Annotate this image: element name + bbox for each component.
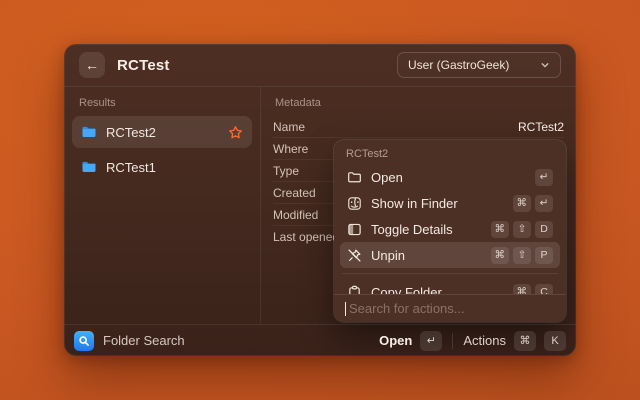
window-footer: Folder Search Open ↵ Actions ⌘ K (64, 324, 576, 356)
metadata-section-label: Metadata (273, 95, 564, 116)
action-item-open[interactable]: Open ↵ (340, 164, 560, 190)
footer-divider (452, 333, 453, 349)
key-badge: ↵ (535, 169, 553, 186)
result-item-label: RCTest1 (106, 160, 156, 175)
action-item-label: Toggle Details (371, 222, 453, 237)
clipboard-icon (347, 285, 362, 295)
action-item-label: Show in Finder (371, 196, 458, 211)
shortcut-keys: ↵ (535, 169, 553, 186)
actions-list: Open ↵ Show in Finder (334, 164, 566, 294)
shortcut-keys: ⌘ ⇧ D (491, 221, 554, 238)
desktop: ← RCTest User (GastroGeek) Results (0, 0, 640, 400)
key-badge: ↵ (535, 195, 553, 212)
account-dropdown[interactable]: User (GastroGeek) (397, 52, 561, 78)
actions-popup: RCTest2 Open ↵ (334, 140, 566, 322)
pinned-star-icon (228, 125, 243, 140)
action-item-label: Copy Folder (371, 285, 442, 295)
results-section-label: Results (72, 95, 252, 116)
pin-slash-icon (347, 248, 362, 263)
metadata-row-name: Name RCTest2 (273, 116, 564, 138)
key-badge: P (535, 247, 553, 264)
action-item-show-in-finder[interactable]: Show in Finder ⌘ ↵ (340, 190, 560, 216)
folder-open-icon (347, 170, 362, 185)
k-key-badge: K (544, 331, 566, 351)
return-key-badge: ↵ (420, 331, 442, 351)
action-item-label: Unpin (371, 248, 405, 263)
cmd-key-badge: ⌘ (514, 331, 536, 351)
shortcut-keys: ⌘ ↵ (513, 195, 554, 212)
action-item-toggle-details[interactable]: Toggle Details ⌘ ⇧ D (340, 216, 560, 242)
action-search-placeholder: Search for actions... (349, 301, 465, 316)
key-badge: ⌘ (513, 195, 532, 212)
actions-popup-title: RCTest2 (334, 140, 566, 164)
back-arrow-icon: ← (85, 57, 99, 73)
menu-separator (342, 273, 558, 274)
result-item-rctest1[interactable]: RCTest1 (72, 151, 252, 183)
page-title: RCTest (117, 57, 170, 74)
account-dropdown-value: User (GastroGeek) (408, 58, 509, 72)
back-button[interactable]: ← (79, 52, 105, 78)
window-header: ← RCTest User (GastroGeek) (64, 44, 576, 87)
open-button[interactable]: Open (379, 333, 412, 348)
key-badge: ⌘ (491, 247, 510, 264)
finder-icon (347, 196, 362, 211)
result-item-rctest2[interactable]: RCTest2 (72, 116, 252, 148)
folder-icon (81, 159, 97, 175)
actions-button[interactable]: Actions (463, 333, 506, 348)
folder-search-app-icon (74, 331, 94, 351)
folder-icon (81, 124, 97, 140)
launcher-window: ← RCTest User (GastroGeek) Results (64, 44, 576, 356)
action-item-label: Open (371, 170, 403, 185)
action-item-copy-folder[interactable]: Copy Folder ⌘ C (340, 279, 560, 294)
key-badge: ⌘ (513, 284, 532, 295)
chevron-down-icon (540, 60, 550, 70)
sidebar-panel-icon (347, 222, 362, 237)
key-badge: ⇧ (513, 247, 531, 264)
footer-actions: Open ↵ Actions ⌘ K (379, 331, 566, 351)
app-name-label: Folder Search (103, 333, 185, 348)
key-badge: ⌘ (491, 221, 510, 238)
action-item-unpin[interactable]: Unpin ⌘ ⇧ P (340, 242, 560, 268)
key-badge: D (535, 221, 553, 238)
action-search-input[interactable]: Search for actions... (334, 294, 566, 322)
result-item-label: RCTest2 (106, 125, 156, 140)
results-sidebar: Results RCTest2 (64, 87, 261, 324)
text-cursor (345, 302, 346, 316)
key-badge: C (535, 284, 553, 295)
shortcut-keys: ⌘ C (513, 284, 554, 295)
shortcut-keys: ⌘ ⇧ P (491, 247, 554, 264)
key-badge: ⇧ (513, 221, 531, 238)
